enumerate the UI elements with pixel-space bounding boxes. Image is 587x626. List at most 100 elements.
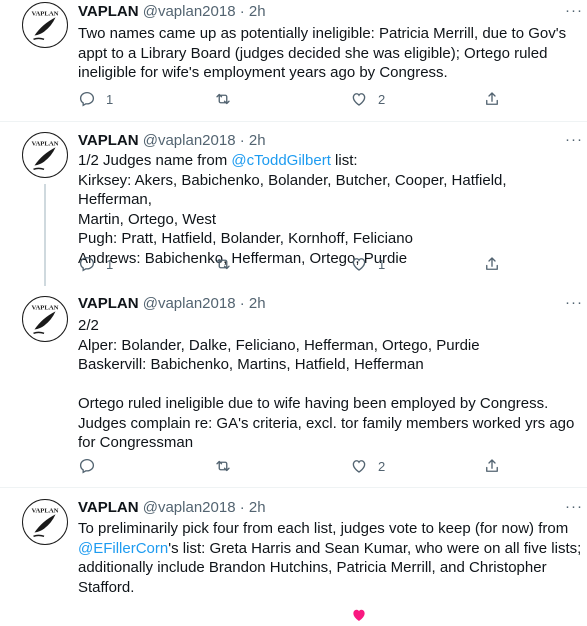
separator: ·	[239, 3, 245, 20]
tweet-line: Alper: Bolander, Dalke, Feliciano, Heffe…	[78, 336, 480, 354]
retweet-button[interactable]	[214, 457, 232, 475]
reply-button[interactable]: 1	[78, 90, 113, 108]
author-name[interactable]: VAPLAN	[78, 295, 139, 312]
tweet-line: To preliminarily pick four from each lis…	[78, 520, 569, 537]
share-icon	[486, 92, 498, 105]
svg-text:VAPLAN: VAPLAN	[31, 140, 58, 147]
tweet-3[interactable]: VAPLAN VAPLAN @vaplan2018 · 2h ··· 2/2 A…	[0, 286, 587, 484]
quill-logo-icon: VAPLAN	[31, 10, 59, 41]
retweet-icon	[216, 460, 230, 472]
quill-logo-icon: VAPLAN	[31, 507, 59, 538]
timestamp[interactable]: 2h	[249, 295, 266, 312]
author-handle[interactable]: @vaplan2018	[143, 132, 236, 149]
tweet-line: Baskervill: Babichenko, Martins, Hatfiel…	[78, 356, 424, 373]
tweet-text: To preliminarily pick four from each lis…	[78, 519, 583, 597]
svg-text:VAPLAN: VAPLAN	[31, 507, 58, 514]
tweet-line: Martin, Ortego, West	[78, 210, 217, 228]
avatar[interactable]: VAPLAN	[22, 2, 68, 48]
avatar[interactable]: VAPLAN	[22, 499, 68, 545]
retweet-icon	[216, 93, 230, 105]
more-options-icon[interactable]: ···	[565, 498, 583, 515]
timestamp[interactable]: 2h	[249, 499, 266, 516]
author-name[interactable]: VAPLAN	[78, 132, 139, 149]
tweet-text: Two names came up as potentially ineligi…	[78, 24, 583, 83]
mention-link[interactable]: @EFillerCorn	[78, 540, 168, 557]
author-handle[interactable]: @vaplan2018	[143, 3, 236, 20]
text-segment: 's list: Greta Harris and Sean Kumar, wh…	[168, 539, 582, 557]
tweet-actions: 2	[78, 457, 508, 477]
share-icon	[486, 459, 498, 472]
heart-icon	[352, 258, 366, 271]
text-segment: 1/2 Judges name from	[78, 152, 232, 169]
reply-icon	[79, 458, 95, 474]
retweet-button[interactable]	[214, 90, 232, 108]
mention-link[interactable]: @cTodd­Gilbert	[231, 152, 330, 169]
like-count: 2	[378, 458, 386, 474]
quill-logo-icon: VAPLAN	[31, 140, 59, 171]
tweet-line: 2/2	[78, 317, 99, 334]
like-button[interactable]: 1	[350, 255, 385, 273]
tweet-line: for Congressman	[78, 434, 194, 451]
timestamp[interactable]: 2h	[249, 132, 266, 149]
tweet-text: 2/2 Alper: Bolander, Dalke, Feliciano, H…	[78, 316, 583, 453]
reply-count: 1	[106, 91, 114, 107]
author-name[interactable]: VAPLAN	[78, 3, 139, 20]
reply-icon	[79, 91, 95, 107]
quill-logo-icon: VAPLAN	[31, 304, 59, 335]
more-options-icon[interactable]: ···	[565, 2, 583, 19]
tweet-4[interactable]: VAPLAN VAPLAN @vaplan2018 · 2h ··· To pr…	[0, 488, 587, 621]
retweet-button[interactable]	[214, 255, 232, 273]
retweet-icon	[216, 258, 230, 270]
like-count: 2	[378, 91, 386, 107]
tweet-header: VAPLAN @vaplan2018 · 2h	[78, 2, 266, 22]
reply-button[interactable]: 1	[78, 255, 113, 273]
more-options-icon[interactable]: ···	[565, 294, 583, 311]
tweet-line: Judges complain re: GA's criteria, excl.…	[78, 414, 575, 432]
svg-text:VAPLAN: VAPLAN	[31, 10, 58, 17]
reply-icon	[79, 256, 95, 272]
tweet-line: ineligible for wife's employment years a…	[78, 64, 448, 81]
author-handle[interactable]: @vaplan2018	[143, 499, 236, 516]
tweet-header: VAPLAN @vaplan2018 · 2h	[78, 498, 266, 518]
like-button[interactable]: 2	[350, 457, 385, 475]
tweet-actions	[78, 606, 508, 626]
like-button[interactable]	[350, 606, 368, 624]
timestamp[interactable]: 2h	[249, 3, 266, 20]
tweet-line: appt to a Library Board (judges decided …	[78, 44, 548, 62]
share-button[interactable]	[483, 457, 501, 475]
like-button[interactable]: 2	[350, 90, 385, 108]
share-button[interactable]	[483, 90, 501, 108]
separator: ·	[239, 132, 245, 149]
author-handle[interactable]: @vaplan2018	[143, 295, 236, 312]
more-options-icon[interactable]: ···	[565, 131, 583, 148]
tweet-line: @EFillerCorn's list: Greta Harris and Se…	[78, 539, 583, 559]
avatar[interactable]: VAPLAN	[22, 132, 68, 178]
tweet-actions: 1 2	[78, 90, 508, 110]
tweet-line: 1/2 Judges name from @cTodd­Gilbert list…	[78, 151, 583, 171]
tweet-line: Pugh: Pratt, Hatfield, Bolander, Kornhof…	[78, 230, 413, 247]
tweet-line: additionally include Brandon Hutchins, P…	[78, 559, 547, 576]
tweet-actions: 1 1	[78, 255, 508, 275]
separator: ·	[239, 499, 245, 516]
share-icon	[486, 257, 498, 270]
tweet-header: VAPLAN @vaplan2018 · 2h	[78, 294, 266, 314]
heart-icon	[352, 460, 366, 473]
tweet-line: Ortego ruled ineligible due to wife havi…	[78, 395, 549, 412]
reply-count: 1	[106, 256, 114, 272]
author-name[interactable]: VAPLAN	[78, 499, 139, 516]
heart-filled-icon	[353, 609, 365, 621]
tweet-header: VAPLAN @vaplan2018 · 2h	[78, 131, 266, 151]
reply-button[interactable]	[78, 457, 96, 475]
separator: ·	[239, 295, 245, 312]
tweet-line: Kirksey: Akers, Babichenko, Bolander, Bu…	[78, 171, 507, 209]
heart-icon	[352, 93, 366, 106]
tweet-text: 1/2 Judges name from @cTodd­Gilbert list…	[78, 151, 583, 268]
tweet-2[interactable]: VAPLAN VAPLAN @vaplan2018 · 2h ··· 1/2 J…	[0, 122, 587, 284]
avatar[interactable]: VAPLAN	[22, 296, 68, 342]
share-button[interactable]	[483, 255, 501, 273]
tweet-line: Stafford.	[78, 578, 135, 596]
text-segment: list:	[330, 152, 358, 169]
svg-text:VAPLAN: VAPLAN	[31, 304, 58, 311]
tweet-1[interactable]: VAPLAN VAPLAN @vaplan2018 · 2h ··· Two n…	[0, 0, 587, 121]
